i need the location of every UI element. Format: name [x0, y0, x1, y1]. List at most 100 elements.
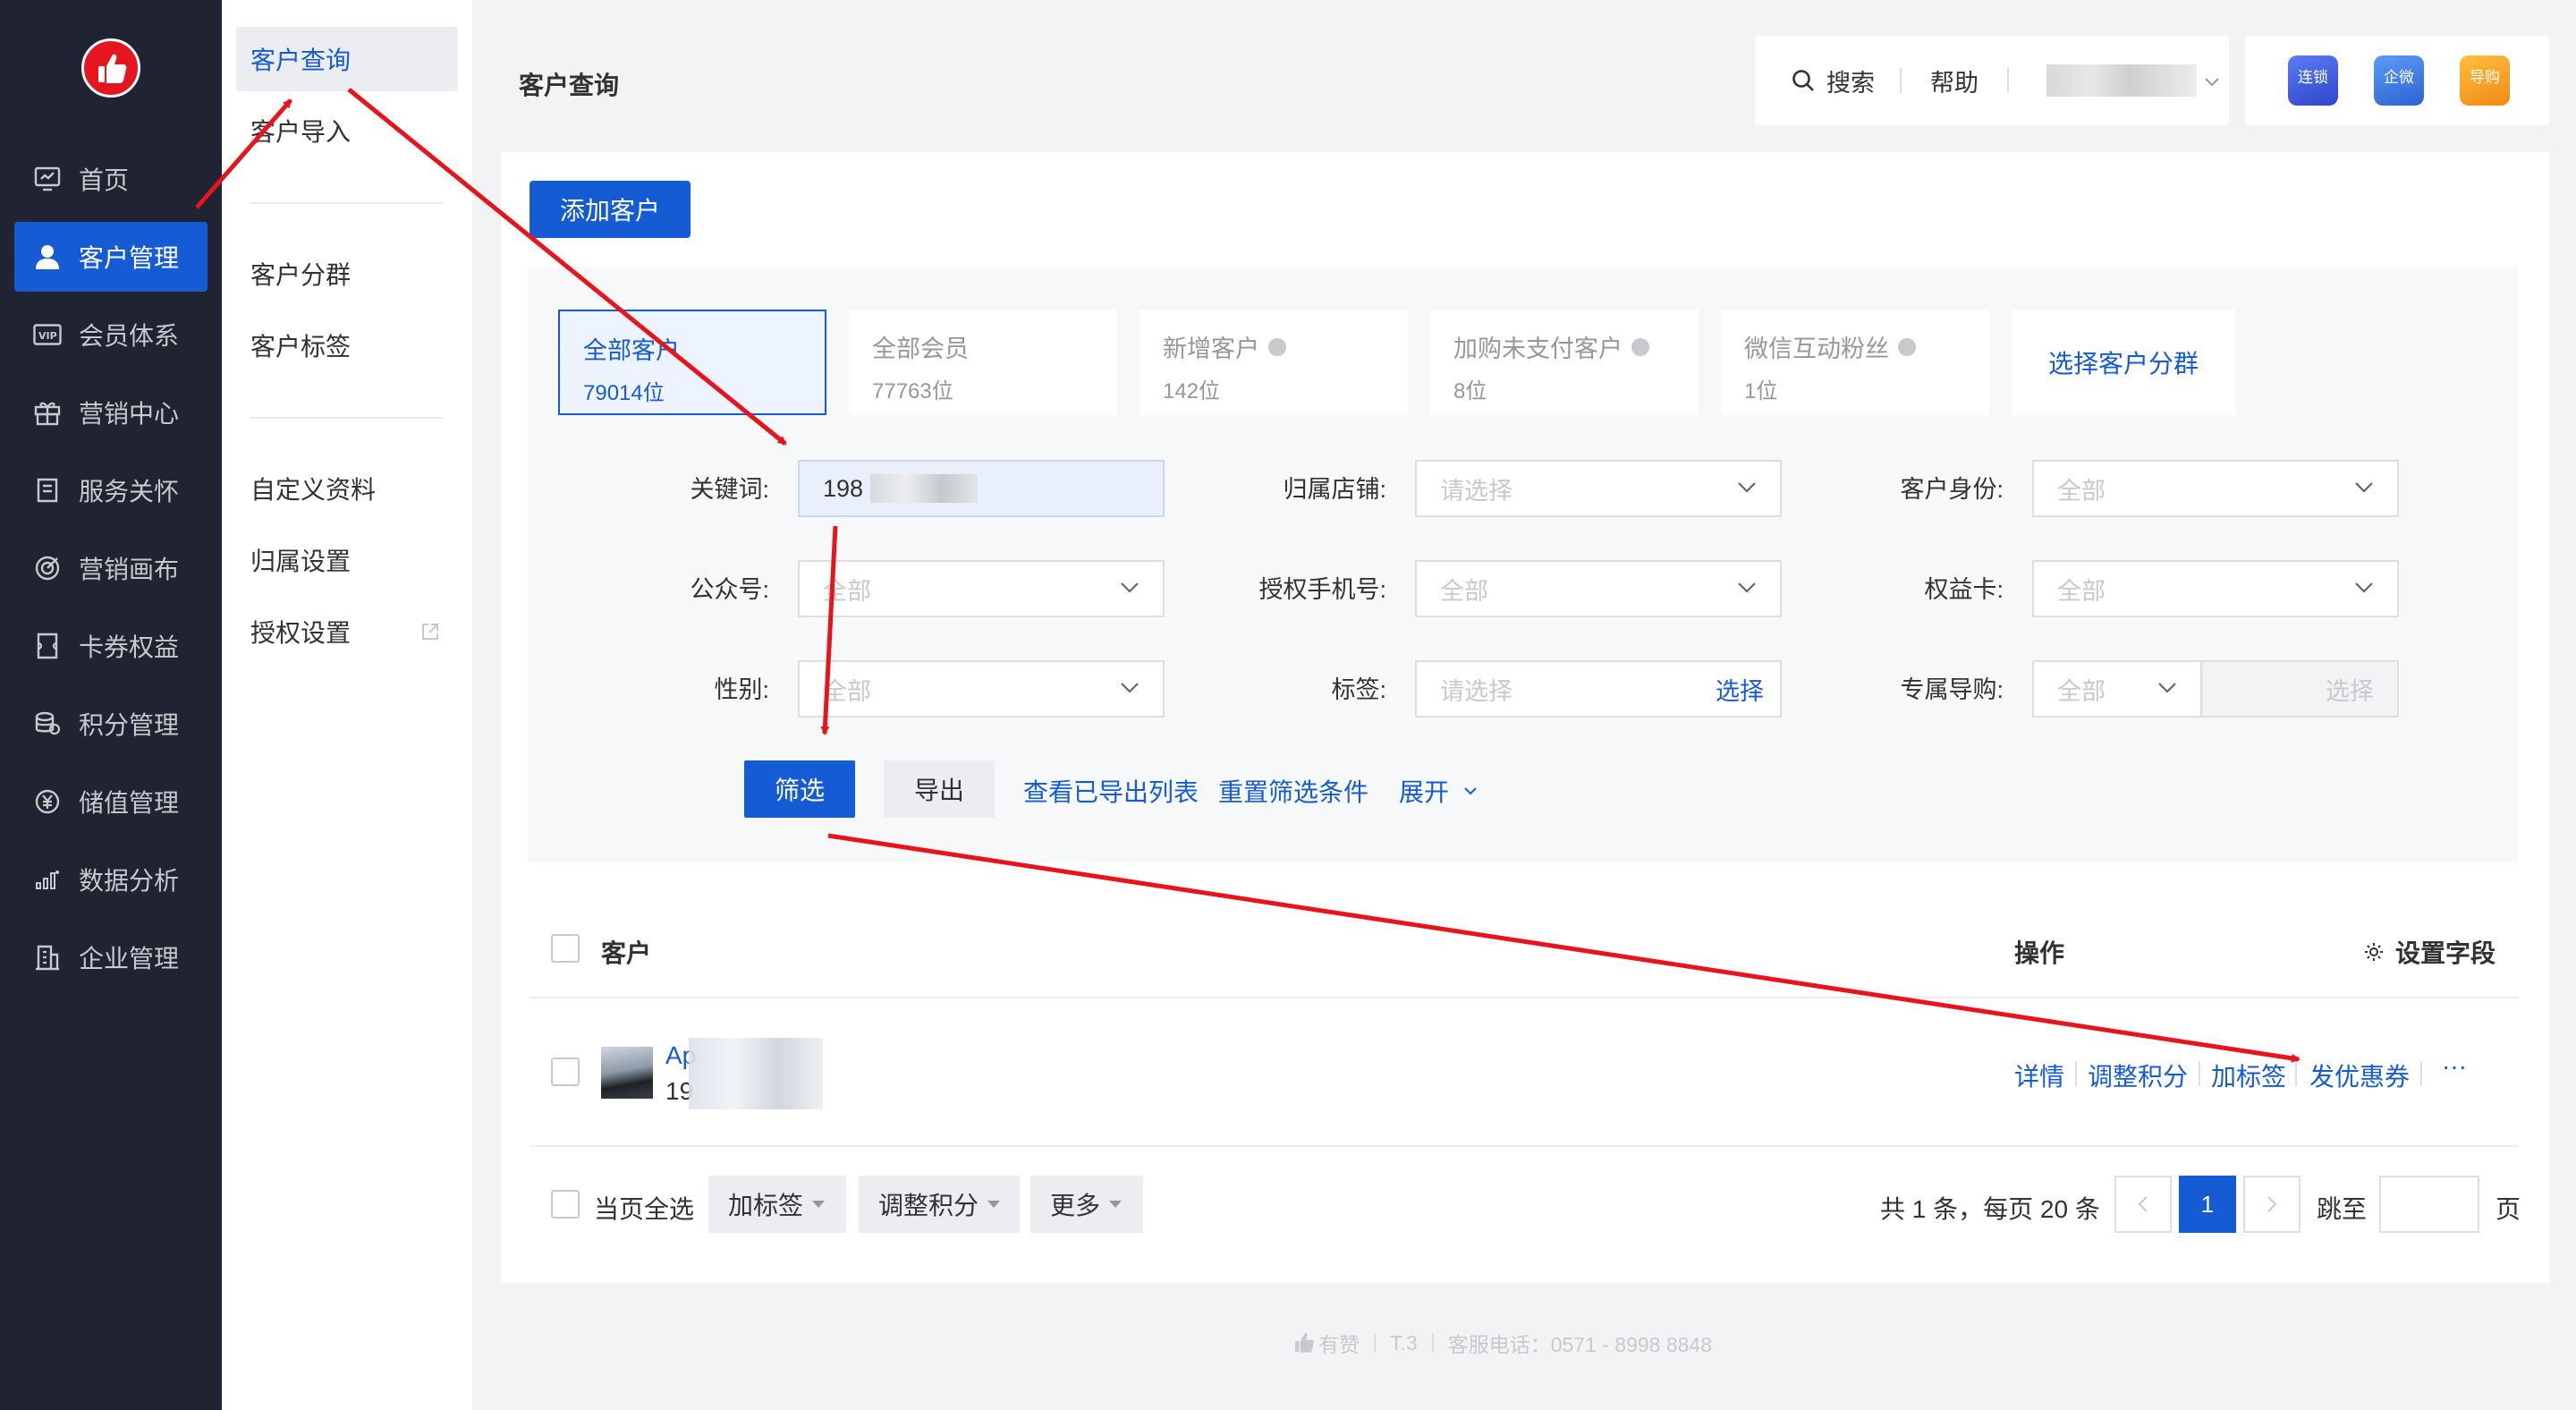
divider — [2007, 68, 2009, 93]
page-select-all-checkbox[interactable] — [551, 1190, 580, 1219]
view-exports-link[interactable]: 查看已导出列表 — [1023, 773, 1199, 809]
column-header-operations: 操作 — [2014, 939, 2065, 967]
subnav-item-label: 归属设置 — [250, 548, 352, 575]
help-icon[interactable] — [1631, 337, 1649, 356]
app-chain-store[interactable]: 连锁 — [2288, 55, 2338, 106]
keyword-label: 关键词: — [690, 475, 769, 503]
brand-logo[interactable] — [81, 38, 140, 98]
redacted-customer-info — [689, 1038, 823, 1109]
bar-chart-icon — [32, 864, 63, 895]
caret-down-icon — [812, 1201, 826, 1208]
subnav-item-customer-segments[interactable]: 客户分群 — [236, 242, 458, 306]
identity-select[interactable]: 全部 — [2032, 460, 2399, 517]
nav-item-label: 卡券权益 — [79, 633, 180, 661]
keyword-input[interactable]: 198 — [798, 460, 1165, 517]
store-select[interactable]: 请选择 — [1415, 460, 1782, 517]
nav-item-marketing-canvas[interactable]: 营销画布 — [14, 533, 208, 603]
benefit-card-select[interactable]: 全部 — [2032, 560, 2399, 617]
detail-link[interactable]: 详情 — [2014, 1058, 2064, 1093]
tag-select-link[interactable]: 选择 — [1716, 672, 1764, 707]
nav-item-service-care[interactable]: 服务关怀 — [14, 455, 208, 525]
row-checkbox[interactable] — [551, 1058, 580, 1086]
search-button[interactable]: 搜索 — [1791, 63, 1875, 98]
next-page-button[interactable] — [2243, 1176, 2301, 1233]
phone-select[interactable]: 全部 — [1415, 560, 1782, 617]
guide-value: 全部 — [2057, 677, 2106, 705]
dashboard-icon — [32, 164, 63, 194]
nav-item-data-analysis[interactable]: 数据分析 — [14, 845, 208, 914]
nav-item-marketing-center[interactable]: 营销中心 — [14, 378, 208, 447]
subnav-item-ownership-settings[interactable]: 归属设置 — [236, 528, 458, 592]
send-coupon-link[interactable]: 发优惠券 — [2309, 1058, 2410, 1093]
nav-item-label: 服务关怀 — [79, 478, 180, 505]
subnav-item-customer-import[interactable]: 客户导入 — [236, 98, 458, 163]
jump-page-input[interactable] — [2379, 1176, 2479, 1233]
nav-item-points[interactable]: 积分管理 — [14, 689, 208, 759]
gender-select[interactable]: 全部 — [798, 660, 1165, 718]
page-1-button[interactable]: 1 — [2179, 1176, 2236, 1233]
divider — [1900, 68, 1902, 93]
reset-filters-link[interactable]: 重置筛选条件 — [1218, 773, 1368, 809]
segment-count: 8位 — [1453, 379, 1487, 403]
guide-picker[interactable]: 选择 — [2200, 660, 2399, 718]
store-label: 归属店铺: — [1283, 475, 1386, 503]
store-placeholder: 请选择 — [1440, 477, 1513, 505]
book-icon — [32, 475, 63, 505]
footer-brand: 有赞 — [1318, 1333, 1360, 1356]
subnav-item-custom-profile[interactable]: 自定义资料 — [236, 456, 458, 521]
guide-select[interactable]: 全部 — [2032, 660, 2202, 718]
subnav-item-authorization-settings[interactable]: 授权设置 — [236, 599, 458, 664]
help-icon[interactable] — [1898, 337, 1916, 356]
select-segment-button[interactable]: 选择客户分群 — [2012, 310, 2235, 415]
coins-icon — [32, 709, 63, 739]
expand-filters-link[interactable]: 展开 — [1399, 773, 1478, 809]
nav-item-label: 积分管理 — [79, 711, 180, 739]
divider — [530, 997, 2519, 998]
help-link[interactable]: 帮助 — [1930, 63, 1979, 98]
thumbs-up-icon — [98, 54, 127, 83]
segment-new-customers[interactable]: 新增客户 142位 — [1140, 310, 1408, 415]
page-select-all-label[interactable]: 当页全选 — [594, 1190, 694, 1226]
segment-wechat-fans[interactable]: 微信互动粉丝 1位 — [1721, 310, 1989, 415]
add-customer-button[interactable]: 添加客户 — [530, 181, 691, 238]
divider — [250, 202, 444, 204]
subnav-item-customer-query[interactable]: 客户查询 — [236, 27, 458, 91]
nav-item-coupons[interactable]: 卡券权益 — [14, 611, 208, 681]
official-account-select[interactable]: 全部 — [798, 560, 1165, 617]
select-all-checkbox[interactable] — [551, 934, 580, 963]
filter-button[interactable]: 筛选 — [744, 760, 855, 818]
adjust-points-link[interactable]: 调整积分 — [2088, 1058, 2188, 1093]
add-tag-link[interactable]: 加标签 — [2211, 1058, 2286, 1093]
keyword-value: 198 — [823, 474, 864, 502]
nav-item-customer-management[interactable]: 客户管理 — [14, 222, 208, 292]
help-icon[interactable] — [1268, 337, 1286, 356]
export-button[interactable]: 导出 — [884, 760, 995, 818]
segment-all-members[interactable]: 全部会员 77763位 — [849, 310, 1117, 415]
field-settings-button[interactable]: 设置字段 — [2363, 934, 2496, 970]
official-account-value: 全部 — [823, 577, 871, 605]
bulk-add-tag-button[interactable]: 加标签 — [708, 1176, 846, 1233]
redacted-text — [870, 474, 979, 503]
more-actions-button[interactable]: ··· — [2442, 1052, 2467, 1081]
segment-all-customers[interactable]: 全部客户 79014位 — [558, 310, 826, 415]
chevron-down-icon — [1121, 683, 1139, 693]
vip-icon: VIP — [32, 319, 63, 350]
account-switcher[interactable] — [2046, 64, 2197, 97]
segment-count: 1位 — [1744, 379, 1778, 403]
nav-item-enterprise[interactable]: 企业管理 — [14, 922, 208, 992]
guide-select-link[interactable]: 选择 — [2326, 672, 2374, 707]
nav-item-home[interactable]: 首页 — [14, 144, 208, 214]
prev-page-button[interactable] — [2114, 1176, 2172, 1233]
bulk-adjust-points-button[interactable]: 调整积分 — [859, 1176, 1020, 1233]
main-sidebar: 首页 客户管理 VIP 会员体系 营销中心 服务关怀 营销画布 卡券权益 积分管… — [0, 0, 222, 1410]
nav-item-membership[interactable]: VIP 会员体系 — [14, 300, 208, 369]
subnav-item-customer-tags[interactable]: 客户标签 — [236, 313, 458, 378]
nav-item-label: 企业管理 — [79, 945, 180, 973]
divider — [1374, 1333, 1376, 1353]
app-wecom[interactable]: 企微 — [2374, 55, 2424, 106]
app-shopping-guide[interactable]: 导购 — [2460, 55, 2510, 106]
tag-picker[interactable]: 请选择 选择 — [1415, 660, 1782, 718]
nav-item-stored-value[interactable]: 储值管理 — [14, 767, 208, 837]
segment-cart-unpaid[interactable]: 加购未支付客户 8位 — [1430, 310, 1699, 415]
bulk-more-button[interactable]: 更多 — [1030, 1176, 1143, 1233]
